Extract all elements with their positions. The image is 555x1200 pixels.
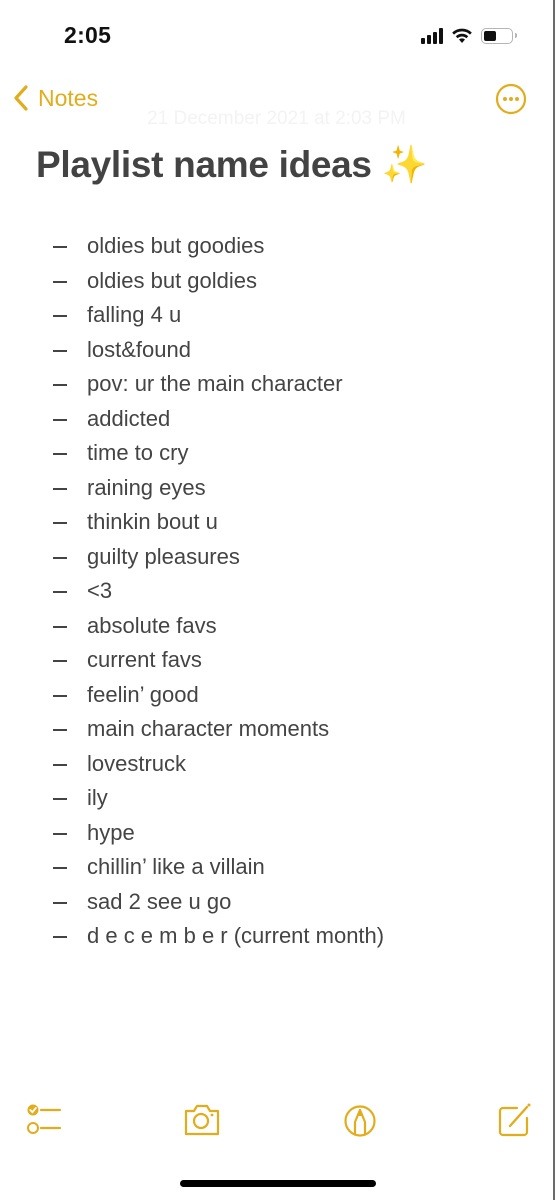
list-item-text: current favs [87, 647, 202, 673]
list-item-text: feelin’ good [87, 681, 199, 707]
list-item-text: absolute favs [87, 612, 217, 638]
dash-bullet [53, 384, 67, 386]
bottom-toolbar [0, 1100, 553, 1144]
dash-bullet [53, 591, 67, 593]
dash-bullet [53, 522, 67, 524]
list-item-text: <3 [87, 578, 113, 604]
home-indicator[interactable] [180, 1180, 376, 1187]
list-item-text: falling 4 u [87, 302, 182, 328]
dash-bullet [53, 660, 67, 662]
list-item-text: oldies but goodies [87, 233, 265, 259]
dash-bullet [53, 694, 67, 697]
dash-bullet [53, 901, 67, 904]
checklist-icon[interactable] [24, 1100, 64, 1140]
list-item-text: oldies but goldies [87, 267, 258, 293]
wifi-icon [452, 28, 472, 43]
list-item-text: lost&found [87, 336, 191, 362]
dash-bullet [53, 246, 67, 248]
list-item-text: raining eyes [87, 474, 206, 500]
battery-level [484, 30, 496, 41]
dash-bullet [53, 763, 67, 766]
dash-bullet [53, 418, 67, 421]
compose-icon[interactable] [495, 1100, 535, 1140]
dash-bullet [53, 487, 67, 490]
status-time: 2:05 [64, 22, 112, 48]
list-item-text: chillin’ like a villain [87, 854, 265, 880]
dash-bullet [53, 936, 67, 938]
list-item-text: sad 2 see u go [87, 888, 232, 914]
dash-bullet [53, 832, 67, 835]
list-item-text: lovestruck [87, 750, 187, 776]
status-bar: 2:05 [0, 0, 553, 70]
list-item-text: thinkin bout u [87, 509, 218, 535]
dash-bullet [53, 556, 67, 559]
list-item-text: ily [87, 785, 108, 811]
list-item-text: d e c e m b e r (current month) [87, 923, 385, 949]
ellipsis-circle-icon[interactable] [495, 83, 527, 115]
list-item-text: hype [87, 819, 135, 845]
dash-bullet [53, 729, 67, 731]
dash-bullet [53, 453, 67, 455]
dash-bullet [53, 867, 67, 869]
list-item-text: addicted [87, 405, 171, 431]
dash-bullet [53, 349, 67, 352]
list-item-text: main character moments [87, 716, 330, 742]
nav-bar: Notes 21 December 2021 at 2:03 PM [0, 78, 553, 129]
markup-pen-icon[interactable] [340, 1100, 380, 1140]
list-item-text: pov: ur the main character [87, 371, 343, 397]
list-item-text: time to cry [87, 440, 189, 466]
list-item-text: guilty pleasures [87, 543, 240, 569]
camera-icon[interactable] [182, 1100, 222, 1140]
status-icons [421, 27, 517, 44]
note-date: 21 December 2021 at 2:03 PM [147, 108, 406, 129]
note-title[interactable]: Playlist name ideas ✨ [36, 144, 428, 187]
cellular-signal-icon [421, 27, 443, 44]
dash-bullet [53, 280, 67, 283]
battery-icon [481, 27, 517, 44]
dash-bullet [53, 625, 67, 628]
dash-bullet [53, 798, 67, 800]
dash-bullet [53, 315, 67, 317]
